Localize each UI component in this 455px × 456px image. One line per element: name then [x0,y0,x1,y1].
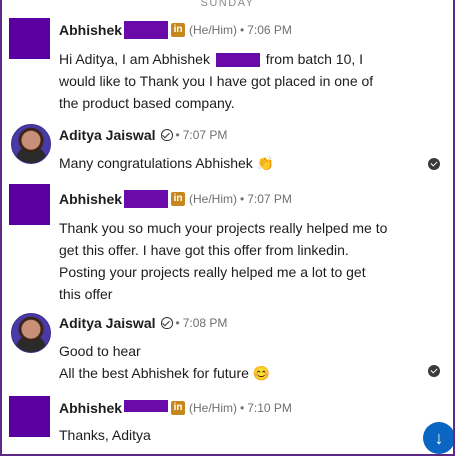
pronouns: (He/Him) [189,401,238,415]
redaction-block [124,400,169,412]
timestamp: 7:10 PM [247,401,292,415]
separator-dot: • [175,316,180,330]
chat-thread: SUNDAY Abhishek in (He/Him) • 7:06 PM Hi… [0,0,455,456]
timestamp: 7:08 PM [182,316,228,330]
sender-name[interactable]: Abhishek [59,400,122,416]
sender-name[interactable]: Abhishek [59,191,122,207]
pronouns: (He/Him) [189,192,238,206]
message-text: Many congratulations Abhishek 👏 [59,155,275,171]
verified-icon [160,317,173,329]
timestamp: 7:07 PM [247,192,292,206]
timestamp: 7:07 PM [182,128,228,142]
timestamp: 7:06 PM [247,23,292,37]
sender-name[interactable]: Aditya Jaiswal [59,127,156,143]
separator-dot: • [240,192,245,206]
avatar-redacted[interactable] [9,18,50,59]
linkedin-premium-icon: in [171,401,186,415]
sender-name[interactable]: Abhishek [59,22,122,38]
verified-icon [160,129,173,141]
message-header: Aditya Jaiswal • 7:07 PM [59,125,227,145]
linkedin-premium-icon: in [171,192,186,206]
message-text: Thank you so much your projects really h… [59,220,388,302]
redaction-block [215,53,260,68]
scroll-to-bottom-button[interactable]: ↓ [423,422,453,454]
read-receipt-icon [428,158,440,170]
avatar[interactable] [11,313,51,353]
separator-dot: • [175,128,180,142]
avatar-redacted[interactable] [9,396,50,437]
linkedin-premium-icon: in [171,23,186,37]
day-separator: SUNDAY [200,0,255,9]
separator-dot: • [240,23,245,37]
message-text: Good to hear All the best Abhishek for f… [59,343,271,381]
sender-name[interactable]: Aditya Jaiswal [59,315,156,331]
arrow-down-icon: ↓ [434,428,444,448]
message-header: Abhishek in (He/Him) • 7:10 PM [59,398,292,418]
redaction-block [124,190,169,208]
message-header: Abhishek in (He/Him) • 7:06 PM [59,20,292,40]
read-receipt-icon [428,365,440,377]
message-header: Abhishek in (He/Him) • 7:07 PM [59,189,292,209]
avatar[interactable] [11,124,51,164]
message-text: Hi Aditya, I am Abhishek from batch 10, … [59,48,409,114]
message-header: Aditya Jaiswal • 7:08 PM [59,313,227,333]
separator-dot: • [240,401,245,415]
message-text-part: Hi Aditya, I am Abhishek [59,51,214,67]
message-text: Thanks, Aditya [59,427,151,443]
redaction-block [124,21,169,39]
avatar-redacted[interactable] [9,184,50,225]
pronouns: (He/Him) [189,23,238,37]
